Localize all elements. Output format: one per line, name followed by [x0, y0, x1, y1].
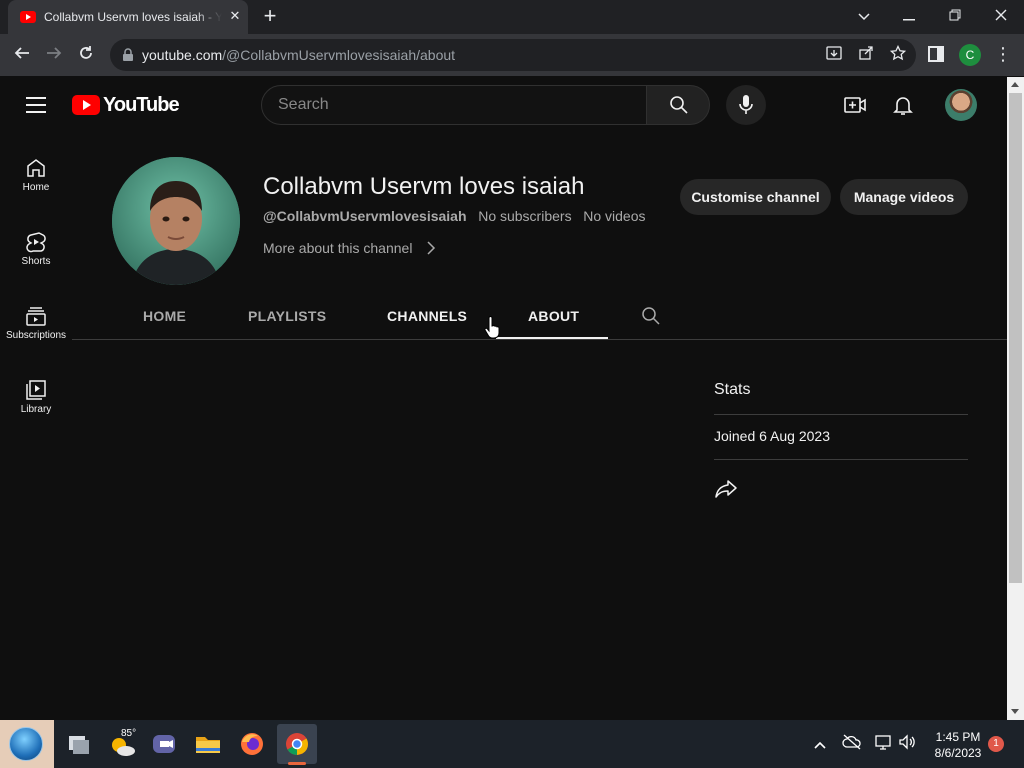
stats-divider	[714, 414, 968, 415]
tabs-divider	[72, 339, 1007, 340]
install-app-icon[interactable]	[824, 45, 844, 65]
customise-channel-button[interactable]: Customise channel	[680, 179, 831, 215]
firefox-icon[interactable]	[234, 726, 270, 762]
subscriber-count: No subscribers	[478, 208, 572, 224]
task-view-icon[interactable]	[60, 726, 96, 762]
share-page-icon[interactable]	[856, 45, 876, 65]
scroll-down-arrow-icon[interactable]	[1011, 709, 1019, 714]
hand-cursor-icon	[484, 316, 500, 340]
youtube-logo[interactable]: YouTube	[72, 94, 180, 116]
search-icon	[670, 96, 688, 114]
guide-label-library: Library	[20, 404, 52, 415]
channel-handle: @CollabvmUservmlovesisaiah	[263, 208, 467, 224]
youtube-play-icon	[72, 95, 100, 115]
chrome-menu-icon[interactable]: ⋮	[994, 44, 1012, 66]
browser-toolbar: youtube.com/@CollabvmUservmlovesisaiah/a…	[0, 34, 1024, 76]
channel-avatar[interactable]	[112, 157, 240, 285]
windows-taskbar: 85° 1:45 PM 8/6/2023 1	[0, 720, 1024, 768]
new-tab-button[interactable]: +	[258, 5, 282, 29]
guide-item-home[interactable]: Home	[0, 150, 72, 224]
guide-item-shorts[interactable]: Shorts	[0, 224, 72, 298]
side-panel-icon[interactable]	[928, 46, 944, 62]
more-about-channel-link[interactable]: More about this channel	[263, 240, 436, 256]
youtube-logo-text: YouTube	[103, 94, 180, 116]
file-explorer-icon[interactable]	[190, 726, 226, 762]
guide-label-shorts: Shorts	[21, 256, 51, 267]
channel-avatar-photo	[112, 157, 240, 285]
guide-label-home: Home	[22, 182, 50, 193]
browser-tab-strip: Collabvm Uservm loves isaiah - YouTube ✕…	[0, 0, 1024, 34]
stats-heading: Stats	[714, 381, 751, 398]
guide-menu-icon[interactable]	[26, 97, 46, 113]
manage-videos-button[interactable]: Manage videos	[840, 179, 968, 215]
network-icon[interactable]	[873, 734, 893, 754]
tab-channels[interactable]: CHANNELS	[387, 308, 467, 324]
url-text: youtube.com/@CollabvmUservmlovesisaiah/a…	[142, 47, 455, 63]
active-app-indicator	[288, 762, 306, 765]
page-scrollbar[interactable]	[1007, 77, 1024, 720]
browser-tab[interactable]: Collabvm Uservm loves isaiah - YouTube ✕	[8, 0, 248, 34]
address-bar[interactable]: youtube.com/@CollabvmUservmlovesisaiah/a…	[110, 39, 916, 71]
search-button[interactable]	[646, 85, 710, 125]
voice-search-button[interactable]	[726, 85, 766, 125]
scroll-up-arrow-icon[interactable]	[1011, 82, 1019, 87]
guide-item-subscriptions[interactable]: Subscriptions	[0, 298, 72, 372]
youtube-favicon-icon	[20, 11, 36, 23]
joined-date: Joined 6 Aug 2023	[714, 428, 830, 444]
channel-search-icon[interactable]	[641, 306, 661, 326]
guide-item-library[interactable]: Library	[0, 372, 72, 446]
tab-search-dropdown-icon[interactable]	[850, 4, 878, 28]
chrome-profile-avatar[interactable]: C	[959, 44, 981, 66]
tab-about[interactable]: ABOUT	[528, 308, 579, 324]
forward-arrow-icon[interactable]	[42, 43, 66, 67]
clock-time[interactable]: 1:45 PM	[928, 730, 988, 744]
restore-window-icon[interactable]	[941, 4, 969, 28]
scrollbar-thumb[interactable]	[1009, 93, 1022, 583]
tab-playlists[interactable]: PLAYLISTS	[248, 308, 326, 324]
search-input[interactable]	[278, 95, 628, 115]
url-path: /@CollabvmUservmlovesisaiah/about	[222, 47, 456, 63]
microphone-icon	[739, 95, 753, 114]
close-window-icon[interactable]	[987, 4, 1015, 28]
tab-home[interactable]: HOME	[143, 308, 186, 324]
account-avatar[interactable]	[945, 89, 977, 121]
home-icon	[27, 159, 45, 177]
shorts-icon	[26, 232, 46, 253]
chrome-icon[interactable]	[279, 726, 315, 762]
tab-title: Collabvm Uservm loves isaiah - YouTube	[44, 10, 222, 24]
share-channel-icon[interactable]	[714, 478, 738, 500]
tab-close-button[interactable]: ✕	[226, 7, 244, 25]
chevron-right-icon	[427, 241, 436, 255]
notification-count-badge[interactable]: 1	[988, 736, 1004, 752]
guide-label-subscriptions: Subscriptions	[5, 330, 67, 341]
channel-meta: @CollabvmUservmlovesisaiah No subscriber…	[263, 208, 646, 224]
library-icon	[26, 380, 46, 400]
stats-divider	[714, 459, 968, 460]
notifications-bell-icon[interactable]	[891, 93, 915, 117]
more-about-label: More about this channel	[263, 240, 413, 256]
create-video-icon[interactable]	[843, 93, 867, 117]
youtube-masthead: YouTube	[0, 77, 1007, 133]
onedrive-offline-icon[interactable]	[842, 734, 862, 754]
teams-chat-icon[interactable]	[146, 726, 182, 762]
clock-date[interactable]: 8/6/2023	[928, 746, 988, 760]
show-hidden-icons-chevron-icon[interactable]	[810, 734, 830, 754]
subscriptions-icon	[26, 307, 46, 326]
channel-name: Collabvm Uservm loves isaiah	[263, 173, 585, 200]
search-box	[261, 85, 647, 125]
weather-temperature: 85°	[121, 728, 137, 739]
bookmark-star-icon[interactable]	[888, 44, 908, 65]
url-host: youtube.com	[142, 47, 223, 63]
volume-icon[interactable]	[897, 734, 917, 754]
start-button[interactable]	[0, 720, 54, 768]
video-count: No videos	[583, 208, 646, 224]
lock-icon[interactable]	[122, 48, 134, 62]
minimize-window-icon[interactable]	[895, 4, 923, 28]
back-arrow-icon[interactable]	[10, 43, 34, 67]
windows-start-icon	[9, 727, 43, 761]
reload-icon[interactable]	[74, 43, 98, 67]
